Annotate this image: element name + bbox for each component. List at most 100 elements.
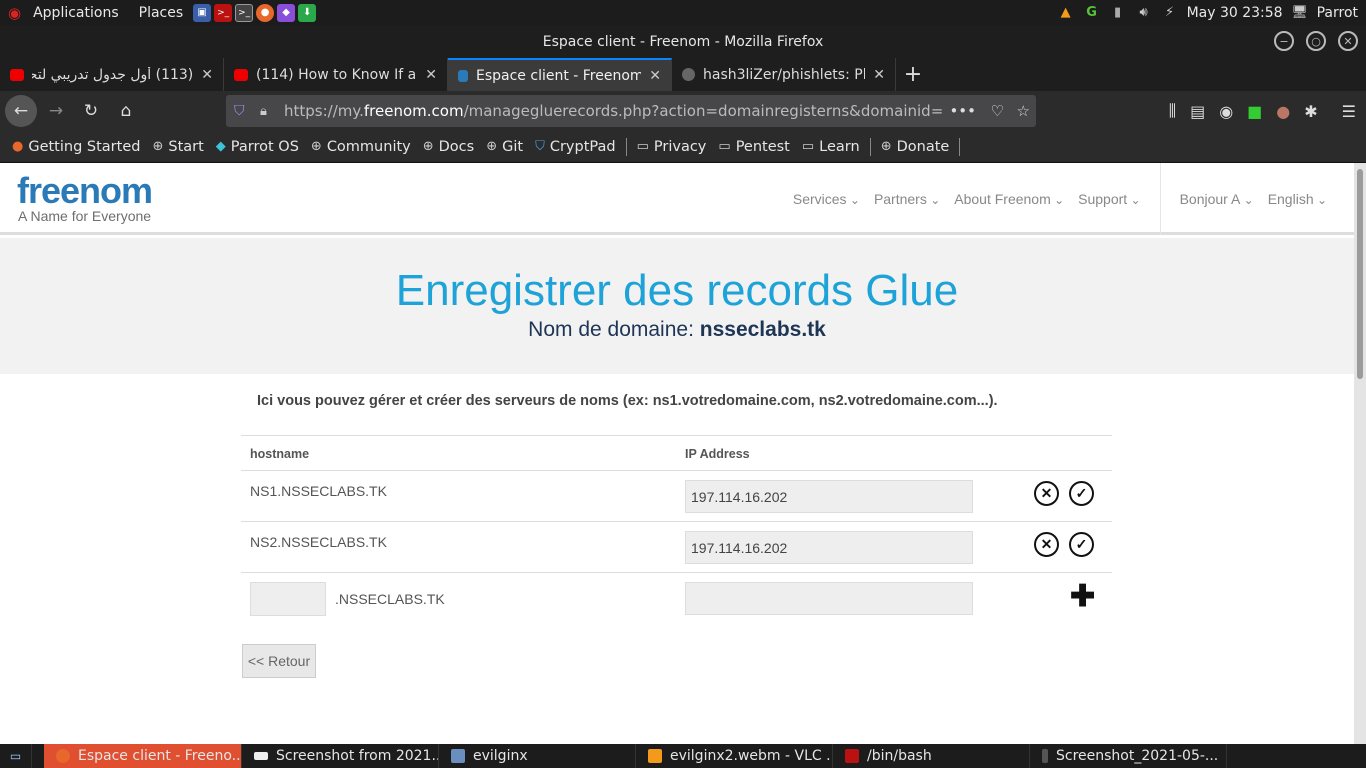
maximize-icon[interactable]: ○ [1306,31,1326,51]
bookmark-label: Community [326,138,411,155]
task-screenshot-1[interactable]: Screenshot from 2021... [242,744,439,768]
menu-partners[interactable]: Partners [867,191,947,207]
delete-record-icon[interactable]: ✕ [1034,532,1059,557]
applications-menu[interactable]: Applications [33,5,119,21]
task-firefox[interactable]: Espace client - Freeno... [44,744,242,768]
show-desktop-icon[interactable]: ▭ [0,744,32,768]
save-record-icon[interactable]: ✓ [1069,532,1094,557]
bookmark-label: Git [502,138,524,155]
bookmark-folder-learn[interactable]: ▭ Learn [796,133,866,161]
reload-icon[interactable]: ↻ [75,95,107,127]
ip-input[interactable]: 197.114.16.202 [685,480,973,513]
tab-youtube-1[interactable]: (113) أول جدول تدريبي لتحد ✕ [0,58,224,91]
parrot-logo-icon[interactable]: ◉ [8,4,21,22]
tab-close-icon[interactable]: ✕ [201,67,213,83]
library-icon[interactable]: ⫼ [1169,101,1176,121]
places-menu[interactable]: Places [139,5,184,21]
task-vlc[interactable]: evilginx2.webm - VLC ... [636,744,833,768]
tab-close-icon[interactable]: ✕ [873,67,885,83]
lock-icon[interactable]: 🔒︎ [260,104,267,119]
account-icon[interactable]: ◉ [1219,102,1233,121]
minimize-icon[interactable]: − [1274,31,1294,51]
download-launcher-icon[interactable]: ⬇ [298,3,317,22]
forward-icon[interactable]: → [40,95,72,127]
table-row: NS2.NSSECLABS.TK 197.114.16.202 ✕ ✓ [241,522,1112,573]
menu-icon[interactable]: ☰ [1342,102,1356,121]
globe-icon: ⊕ [310,139,322,154]
extension-orange-icon[interactable]: ● [1276,102,1290,121]
folder-icon [451,749,465,763]
menu-language[interactable]: English [1261,191,1334,207]
bookmark-cryptpad[interactable]: ⛉ CryptPad [529,133,622,161]
home-icon[interactable]: ⌂ [110,95,142,127]
back-icon[interactable]: ← [5,95,37,127]
clock[interactable]: May 30 23:58 [1187,5,1283,21]
bookmark-parrot-os[interactable]: ◆ Parrot OS [210,133,305,161]
tab-bar: (113) أول جدول تدريبي لتحد ✕ (114) How t… [0,58,1366,91]
task-evilginx-folder[interactable]: evilginx [439,744,636,768]
new-ip-input[interactable] [685,582,973,615]
new-hostname-input[interactable] [250,582,326,616]
firefox-icon [56,749,70,763]
tab-freenom[interactable]: Espace client - Freenom ✕ [448,58,672,91]
menu-services[interactable]: Services [786,191,867,207]
back-button[interactable]: << Retour [242,644,316,678]
task-screenshot-2[interactable]: Screenshot_2021-05-... [1030,744,1227,768]
bookmark-star-icon[interactable]: ☆ [1017,102,1030,120]
bookmark-folder-pentest[interactable]: ▭ Pentest [712,133,795,161]
sidebar-icon[interactable]: ▤ [1190,102,1205,121]
pocket-icon[interactable]: ♡ [991,102,1004,120]
bookmark-docs[interactable]: ⊕ Docs [417,133,480,161]
menu-about[interactable]: About Freenom [947,191,1071,207]
freenom-logo[interactable]: freenom [17,171,153,211]
extension-green-icon[interactable]: ■ [1247,102,1262,121]
tab-label: (114) How to Know If a Gi [256,66,417,83]
terminal-launcher-icon[interactable]: >_ [214,3,233,22]
add-record-icon[interactable]: ✚ [1070,582,1095,612]
network-manager-icon[interactable]: ▣ [193,3,212,22]
menu-support[interactable]: Support [1071,191,1147,207]
vlc-tray-icon[interactable]: ▲ [1057,4,1075,22]
github-icon [682,68,695,81]
menu-user[interactable]: Bonjour A [1173,191,1261,207]
bookmark-git[interactable]: ⊕ Git [480,133,529,161]
bookmark-folder-privacy[interactable]: ▭ Privacy [631,133,713,161]
power-tray-icon[interactable]: ⚡︎ [1161,4,1179,22]
new-tab-icon[interactable]: + [896,58,930,91]
ip-input[interactable]: 197.114.16.202 [685,531,973,564]
navigation-toolbar: ← → ↻ ⌂ ⛉ 🔒︎ https://my.freenom.com/mana… [0,91,1366,131]
anonsurf-icon[interactable]: ◆ [277,3,296,22]
tab-close-icon[interactable]: ✕ [649,68,661,84]
delete-record-icon[interactable]: ✕ [1034,481,1059,506]
firefox-launcher-icon[interactable]: ● [256,3,275,22]
signal-tray-icon[interactable]: ▮ [1109,4,1127,22]
tab-close-icon[interactable]: ✕ [425,67,437,83]
bookmark-community[interactable]: ⊕ Community [305,133,417,161]
tab-youtube-2[interactable]: (114) How to Know If a Gi ✕ [224,58,448,91]
shield-icon: ⛉ [535,139,545,154]
root-terminal-icon[interactable]: >_ [235,3,254,22]
table-row: NS1.NSSECLABS.TK 197.114.16.202 ✕ ✓ [241,471,1112,522]
tracking-shield-icon[interactable]: ⛉ [234,103,245,119]
close-icon[interactable]: ✕ [1338,31,1358,51]
extension-paw-icon[interactable]: ✱ [1304,102,1317,121]
task-terminal[interactable]: /bin/bash [833,744,1030,768]
domain-label: Nom de domaine: [528,318,694,341]
tab-github[interactable]: hash3liZer/phishlets: Phi ✕ [672,58,896,91]
bookmark-donate[interactable]: ⊕ Donate [875,133,956,161]
save-record-icon[interactable]: ✓ [1069,481,1094,506]
window-title: Espace client - Freenom - Mozilla Firefo… [542,33,824,50]
system-panel: ◉ Applications Places ▣ >_ >_ ● ◆ ⬇ ▲ G … [0,0,1366,25]
bookmark-start[interactable]: ⊕ Start [146,133,209,161]
url-bar[interactable]: ⛉ 🔒︎ https://my.freenom.com/managegluere… [226,95,1036,127]
scrollbar-thumb[interactable] [1357,169,1363,379]
page-actions-icon[interactable]: ••• [949,102,976,120]
domain-name: nsseclabs.tk [699,318,826,341]
volume-icon[interactable]: 🔊︎ [1135,4,1153,22]
page-scrollbar[interactable] [1354,163,1366,744]
url-text[interactable]: https://my.freenom.com/managegluerecords… [284,102,944,120]
greenbone-tray-icon[interactable]: G [1083,4,1101,22]
user-menu[interactable]: Parrot [1317,5,1358,21]
row-hostname: NS2.NSSECLABS.TK [250,534,387,550]
bookmark-getting-started[interactable]: ● Getting Started [6,133,146,161]
